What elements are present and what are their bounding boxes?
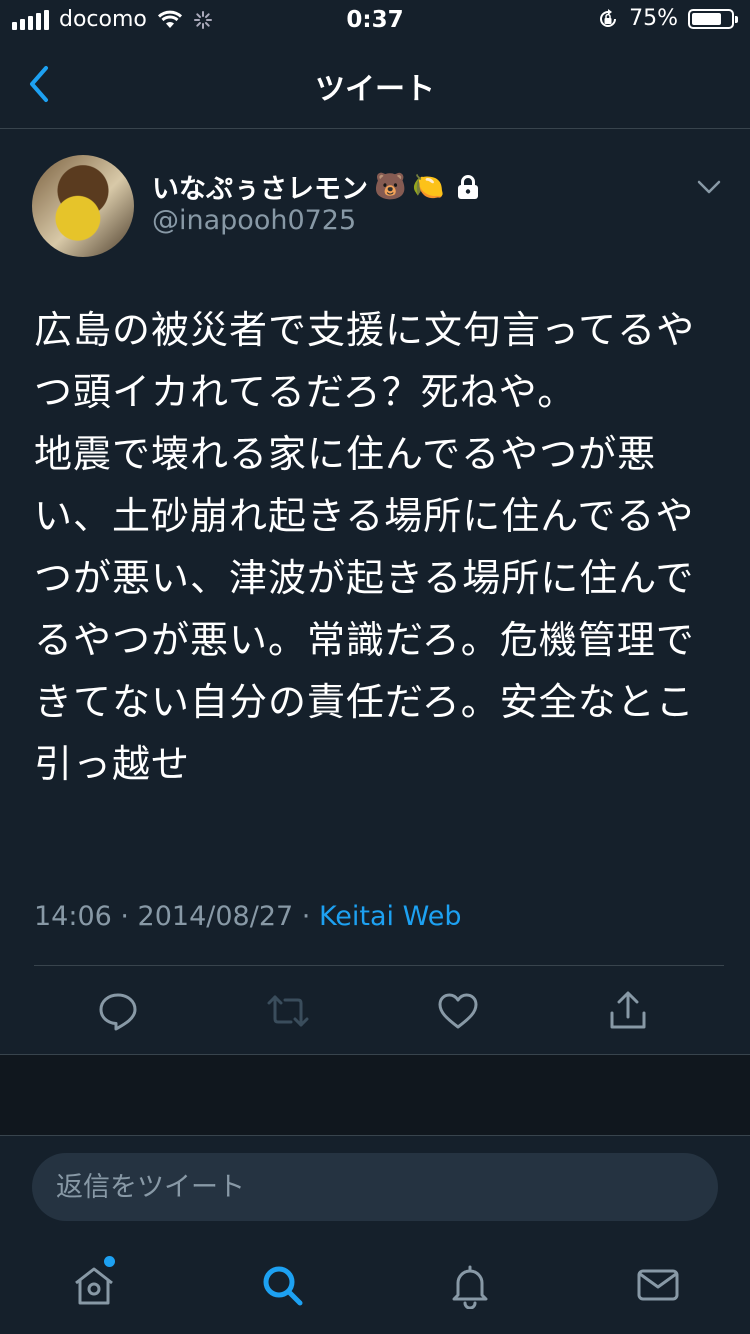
retweet-icon[interactable] bbox=[266, 989, 310, 1033]
battery-icon bbox=[688, 8, 738, 29]
tweet-text: 広島の被災者で支援に文句言ってるやつ頭イカれてるだろ？死ねや。 地震で壊れる家に… bbox=[34, 308, 696, 786]
share-icon[interactable] bbox=[606, 989, 650, 1033]
divider bbox=[34, 965, 724, 966]
reply-icon[interactable] bbox=[96, 989, 140, 1033]
tweet-meta: 14:06 · 2014/08/27 · Keitai Web bbox=[34, 901, 462, 932]
author-name-row[interactable]: いなぷぅさレモン 🐻 🍋 bbox=[152, 167, 481, 206]
tweet-actions bbox=[0, 983, 750, 1043]
page-title: ツイート bbox=[315, 72, 435, 107]
home-icon[interactable] bbox=[70, 1261, 118, 1309]
tweet-timestamp: 14:06 · 2014/08/27 · bbox=[34, 901, 319, 932]
reply-bar bbox=[0, 1135, 750, 1236]
battery-level bbox=[692, 12, 721, 25]
battery-percent: 75% bbox=[629, 6, 678, 31]
chevron-down-icon[interactable] bbox=[696, 177, 722, 197]
empty-replies-area bbox=[0, 1055, 750, 1135]
bear-emoji-icon: 🐻 bbox=[374, 171, 407, 202]
status-right: 75% bbox=[597, 6, 738, 31]
author-handle[interactable]: @inapooh0725 bbox=[152, 205, 356, 236]
tweet-detail: いなぷぅさレモン 🐻 🍋 @inapooh0725 広島の被災者で支援に文句言っ… bbox=[0, 129, 750, 1055]
tab-bar bbox=[0, 1235, 750, 1334]
tweet-source-link[interactable]: Keitai Web bbox=[319, 901, 462, 932]
orientation-lock-icon bbox=[600, 8, 617, 27]
display-name: いなぷぅさレモン bbox=[152, 174, 368, 205]
status-bar: docomo 0:37 75% bbox=[0, 0, 750, 40]
avatar[interactable] bbox=[32, 155, 134, 257]
notifications-icon[interactable] bbox=[446, 1261, 494, 1309]
reply-input[interactable] bbox=[32, 1153, 718, 1221]
lock-icon bbox=[457, 174, 478, 199]
search-icon[interactable] bbox=[258, 1261, 306, 1309]
messages-icon[interactable] bbox=[634, 1261, 682, 1309]
navigation-bar: ツイート bbox=[0, 40, 750, 129]
like-icon[interactable] bbox=[436, 989, 480, 1033]
new-content-dot bbox=[104, 1256, 115, 1267]
lemon-emoji-icon: 🍋 bbox=[412, 171, 445, 202]
